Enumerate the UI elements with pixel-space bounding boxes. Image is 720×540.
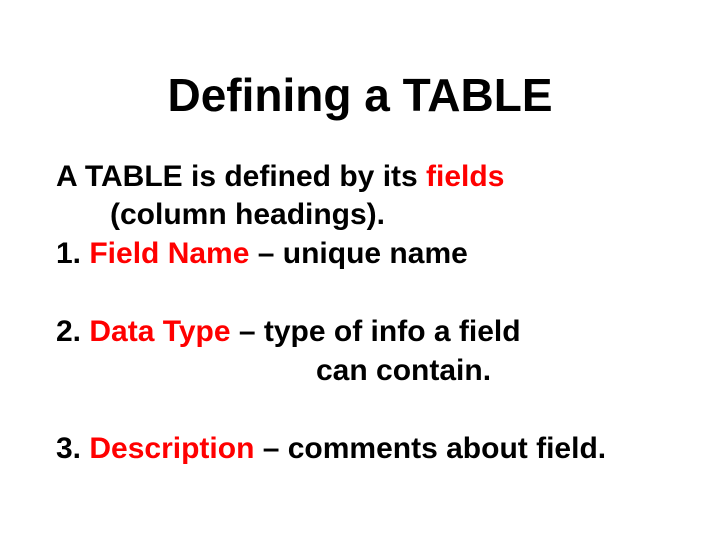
intro-line-1: A TABLE is defined by its fields (56, 158, 664, 196)
item-number: 1. (56, 237, 89, 270)
intro-keyword: fields (426, 160, 504, 193)
list-item-3: 3. Description – comments about field. (56, 430, 664, 468)
item-rest: – comments about field. (254, 432, 606, 465)
item-rest: – unique name (249, 237, 467, 270)
slide-title: Defining a TABLE (56, 68, 664, 122)
intro-pretext: A TABLE is defined by its (56, 160, 426, 193)
list-item-2-line-1: 2. Data Type – type of info a field (56, 313, 664, 351)
item-keyword: Data Type (89, 315, 230, 348)
item-keyword: Field Name (89, 237, 249, 270)
item-number: 2. (56, 315, 89, 348)
slide-body: A TABLE is defined by its fields (column… (56, 158, 664, 468)
list-item-2-line-2: can contain. (316, 352, 664, 390)
item-keyword: Description (89, 432, 254, 465)
item-number: 3. (56, 432, 89, 465)
intro-line-2: (column headings). (110, 196, 664, 234)
item-rest: – type of info a field (231, 315, 521, 348)
list-item-1: 1. Field Name – unique name (56, 235, 664, 273)
